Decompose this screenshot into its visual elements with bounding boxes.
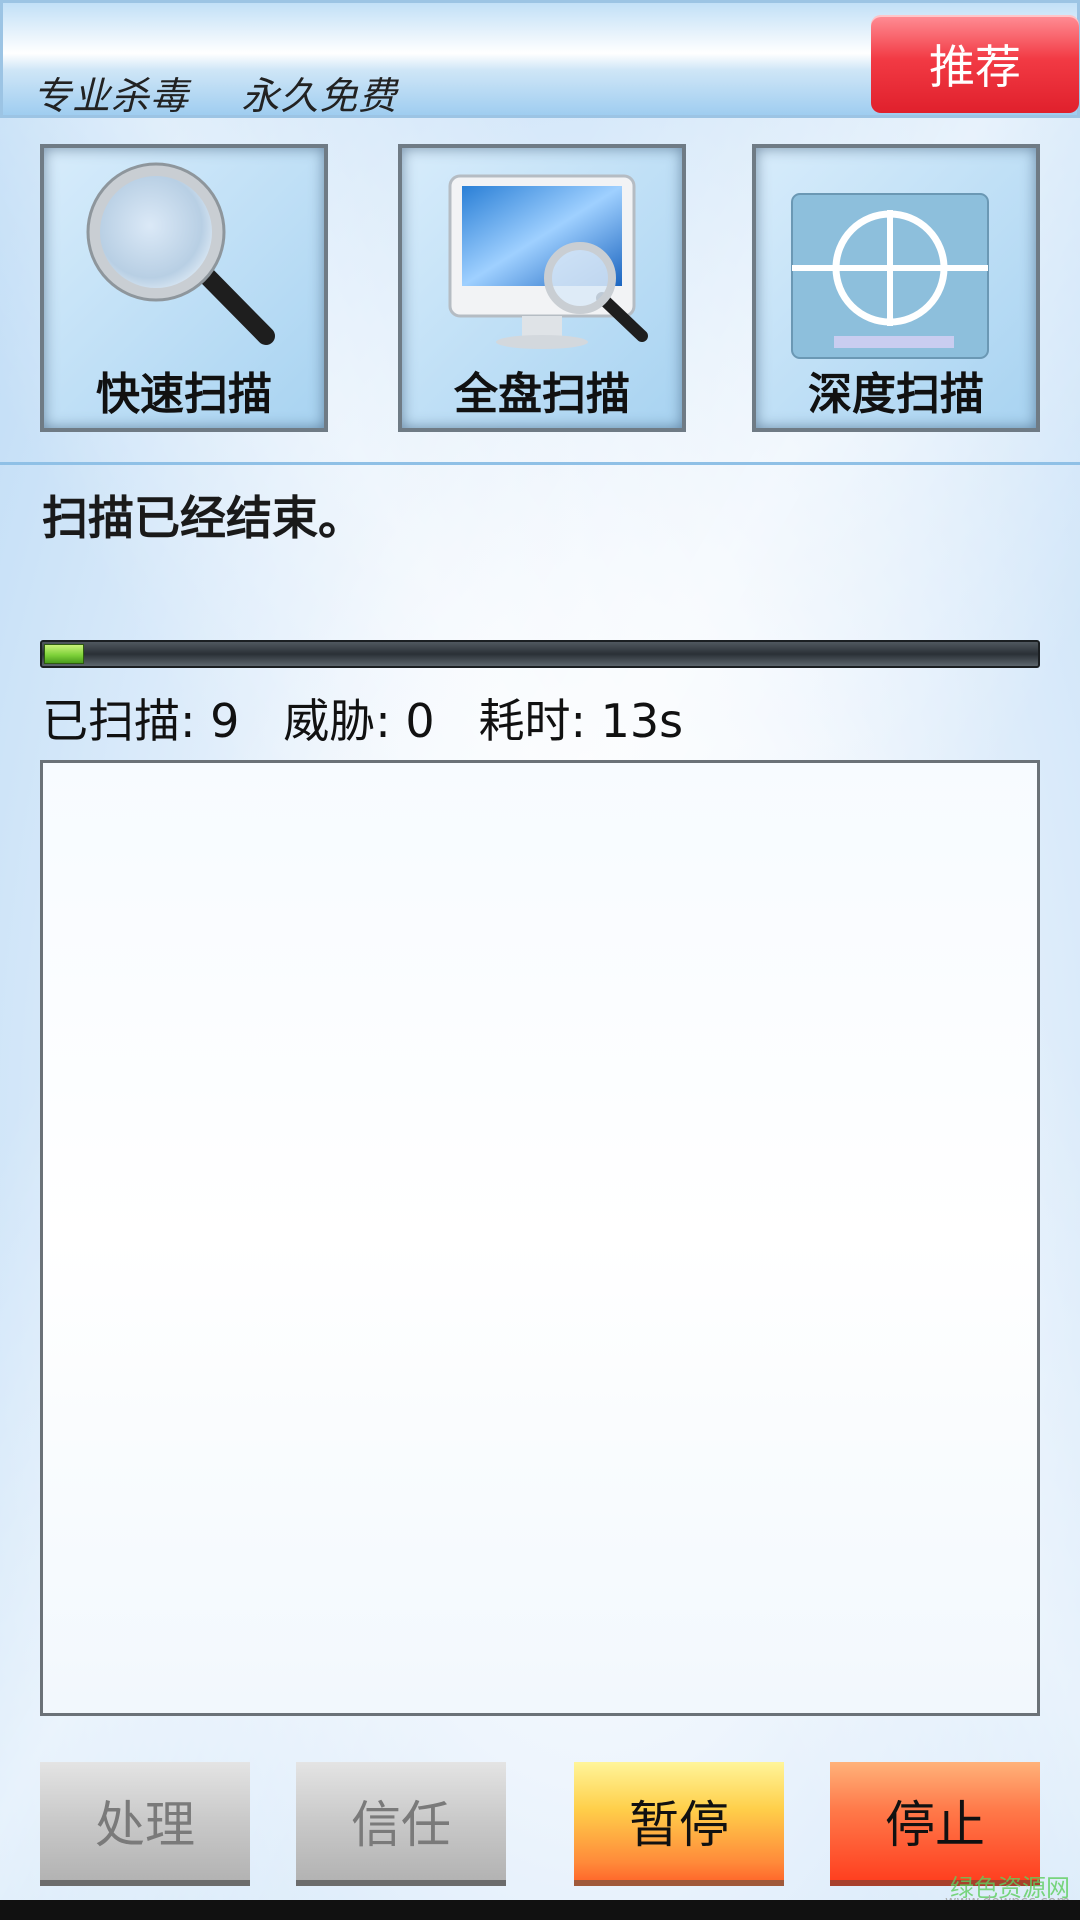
quick-scan-button[interactable]: 快速扫描 xyxy=(40,144,328,432)
crosshair-icon xyxy=(791,193,989,359)
recommend-button[interactable]: 推荐 xyxy=(871,15,1079,113)
process-button[interactable]: 处理 xyxy=(40,1762,250,1886)
trust-button[interactable]: 信任 xyxy=(296,1762,506,1886)
deep-scan-button[interactable]: 深度扫描 xyxy=(752,144,1040,432)
scan-progress-bar xyxy=(40,640,1040,668)
computer-magnifier-icon xyxy=(448,174,648,349)
app-header: 专业杀毒 永久免费 推荐 xyxy=(0,0,1080,118)
full-scan-button[interactable]: 全盘扫描 xyxy=(398,144,686,432)
scan-results-list[interactable] xyxy=(40,760,1040,1716)
bottom-bar xyxy=(0,1900,1080,1920)
full-scan-label: 全盘扫描 xyxy=(454,369,630,420)
scan-progress-fill xyxy=(44,644,84,664)
section-divider xyxy=(0,462,1080,465)
scan-stats: 已扫描: 9 威胁: 0 耗时: 13s xyxy=(42,694,684,748)
magnifier-icon xyxy=(86,162,275,345)
deep-scan-label: 深度扫描 xyxy=(808,369,984,420)
quick-scan-label: 快速扫描 xyxy=(96,369,272,420)
app-tagline: 专业杀毒 永久免费 xyxy=(33,74,398,118)
pause-button[interactable]: 暂停 xyxy=(574,1762,784,1886)
scan-status-text: 扫描已经结束。 xyxy=(42,491,364,545)
